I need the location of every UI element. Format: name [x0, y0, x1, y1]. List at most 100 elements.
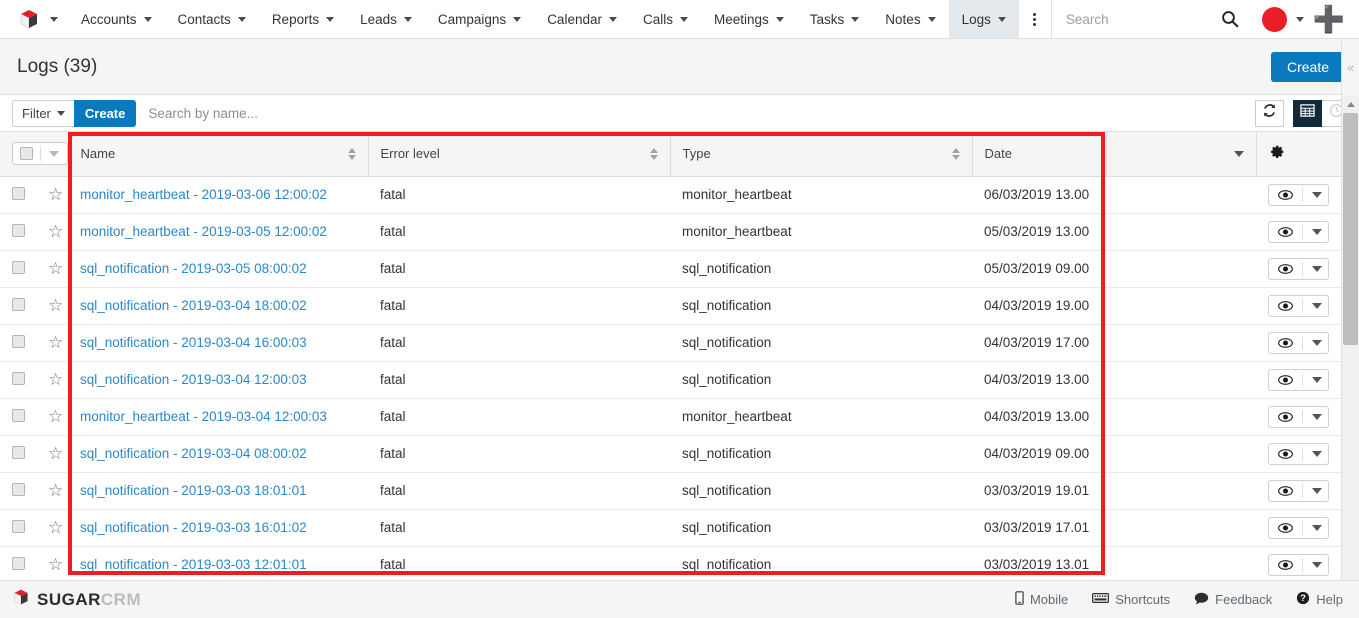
record-link[interactable]: sql_notification - 2019-03-04 16:00:03 [80, 335, 307, 350]
nav-tab-leads[interactable]: Leads [347, 0, 425, 38]
column-header-error-level[interactable]: Error level [367, 132, 670, 177]
star-outline-icon[interactable]: ☆ [48, 481, 63, 500]
grid-view-button[interactable] [1293, 99, 1322, 127]
nav-tab-meetings[interactable]: Meetings [701, 0, 797, 38]
star-outline-icon[interactable]: ☆ [48, 185, 63, 204]
sort-icon[interactable] [649, 147, 658, 160]
record-link[interactable]: monitor_heartbeat - 2019-03-06 12:00:02 [80, 187, 327, 202]
checkbox-unchecked[interactable] [12, 223, 25, 237]
nav-tab-accounts[interactable]: Accounts [68, 0, 165, 38]
chevron-down-icon[interactable] [326, 16, 335, 22]
chevron-down-icon[interactable] [1295, 16, 1304, 22]
column-header-type[interactable]: Type [669, 132, 972, 177]
chevron-down-icon[interactable] [608, 16, 617, 22]
eye-icon[interactable] [1269, 518, 1302, 538]
nav-tab-contacts[interactable]: Contacts [165, 0, 259, 38]
row-menu-button[interactable] [1302, 520, 1328, 535]
star-outline-icon[interactable]: ☆ [48, 444, 63, 463]
checkbox-unchecked[interactable] [12, 556, 25, 570]
plus-icon[interactable]: ➕ [1313, 6, 1345, 32]
column-header-name[interactable]: Name [67, 132, 368, 177]
row-menu-button[interactable] [1302, 298, 1328, 313]
avatar[interactable] [1261, 6, 1287, 32]
table-row[interactable]: ☆ monitor_heartbeat - 2019-03-04 12:00:03… [0, 398, 1341, 436]
eye-icon[interactable] [1269, 185, 1302, 205]
kebab-menu-icon[interactable] [1033, 12, 1037, 26]
row-menu-button[interactable] [1302, 335, 1328, 350]
select-all-group[interactable] [12, 142, 68, 166]
checkbox-unchecked[interactable] [12, 260, 25, 274]
star-outline-icon[interactable]: ☆ [48, 259, 63, 278]
chevron-down-icon[interactable] [680, 16, 688, 22]
star-outline-icon[interactable]: ☆ [48, 518, 63, 537]
table-row[interactable]: ☆ sql_notification - 2019-03-04 18:00:02 f… [0, 287, 1341, 325]
star-outline-icon[interactable]: ☆ [48, 333, 63, 352]
table-row[interactable]: ☆ sql_notification - 2019-03-03 12:01:01 f… [0, 546, 1341, 584]
eye-icon[interactable] [1269, 407, 1302, 427]
table-row[interactable]: ☆ monitor_heartbeat - 2019-03-05 12:00:02… [0, 213, 1341, 251]
eye-icon[interactable] [1269, 481, 1302, 501]
column-header-date[interactable]: Date [971, 132, 1106, 177]
nav-tab-notes[interactable]: Notes [872, 0, 948, 38]
table-row[interactable]: ☆ sql_notification - 2019-03-04 08:00:02 f… [0, 435, 1341, 473]
row-menu-button[interactable] [1302, 224, 1328, 239]
eye-icon[interactable] [1269, 222, 1302, 242]
checkbox-unchecked[interactable] [12, 371, 25, 385]
checkbox-unchecked[interactable] [12, 519, 25, 533]
nav-tab-calls[interactable]: Calls [630, 0, 701, 38]
chevron-down-icon[interactable] [403, 16, 412, 22]
checkbox-unchecked[interactable] [12, 482, 25, 496]
checkbox-unchecked[interactable] [12, 186, 25, 200]
filter-dropdown-button[interactable]: Filter [12, 99, 74, 127]
eye-icon[interactable] [1269, 444, 1302, 464]
checkbox-unchecked[interactable] [12, 408, 25, 422]
eye-icon[interactable] [1269, 296, 1302, 316]
star-outline-icon[interactable]: ☆ [48, 407, 63, 426]
collapse-sidebar-button[interactable]: « [1342, 39, 1359, 95]
record-link[interactable]: sql_notification - 2019-03-04 08:00:02 [80, 446, 307, 461]
search-icon[interactable] [1220, 9, 1240, 29]
chevron-down-icon[interactable] [1233, 150, 1244, 157]
chevron-down-icon[interactable] [851, 16, 860, 22]
eye-icon[interactable] [1269, 333, 1302, 353]
record-link[interactable]: sql_notification - 2019-03-03 18:01:01 [80, 483, 307, 498]
row-menu-button[interactable] [1302, 409, 1328, 424]
nav-more-menu[interactable] [1019, 0, 1051, 38]
row-menu-button[interactable] [1302, 557, 1328, 572]
global-search-input[interactable] [1065, 11, 1220, 27]
row-menu-button[interactable] [1302, 483, 1328, 498]
row-menu-button[interactable] [1302, 446, 1328, 461]
select-all-checkbox[interactable] [13, 143, 40, 164]
row-menu-button[interactable] [1302, 187, 1328, 202]
record-link[interactable]: sql_notification - 2019-03-04 18:00:02 [80, 298, 307, 313]
footer-link-help[interactable]: ? Help [1296, 591, 1343, 608]
table-row[interactable]: ☆ sql_notification - 2019-03-04 16:00:03 f… [0, 324, 1341, 362]
chevron-down-icon[interactable] [50, 16, 58, 22]
gear-icon[interactable] [1269, 145, 1285, 163]
checkbox-unchecked[interactable] [12, 334, 25, 348]
footer-link-mobile[interactable]: Mobile [1015, 591, 1068, 608]
table-row[interactable]: ☆ sql_notification - 2019-03-03 18:01:01 f… [0, 472, 1341, 510]
footer-link-feedback[interactable]: Feedback [1194, 592, 1272, 608]
create-button[interactable]: Create [1270, 51, 1345, 82]
sugar-cube-logo[interactable] [18, 8, 40, 30]
app-logo-block[interactable] [0, 0, 68, 38]
refresh-button[interactable] [1255, 99, 1284, 127]
footer-link-shortcuts[interactable]: Shortcuts [1092, 592, 1170, 607]
record-link[interactable]: sql_notification - 2019-03-03 16:01:02 [80, 520, 307, 535]
eye-icon[interactable] [1269, 555, 1302, 575]
table-row[interactable]: ☆ sql_notification - 2019-03-05 08:00:02 f… [0, 250, 1341, 288]
column-settings-header[interactable] [1255, 132, 1341, 177]
filter-create-button[interactable]: Create [73, 99, 137, 127]
row-menu-button[interactable] [1302, 261, 1328, 276]
table-row[interactable]: ☆ monitor_heartbeat - 2019-03-06 12:00:02… [0, 176, 1341, 214]
select-all-dropdown[interactable] [40, 146, 67, 161]
star-outline-icon[interactable]: ☆ [48, 370, 63, 389]
scroll-up-button[interactable] [1342, 95, 1359, 113]
chevron-down-icon[interactable] [927, 16, 936, 22]
chevron-down-icon[interactable] [997, 16, 1006, 22]
nav-tab-tasks[interactable]: Tasks [797, 0, 873, 38]
table-row[interactable]: ☆ sql_notification - 2019-03-04 12:00:03 f… [0, 361, 1341, 399]
checkbox-unchecked[interactable] [12, 297, 25, 311]
nav-tab-calendar[interactable]: Calendar [534, 0, 630, 38]
